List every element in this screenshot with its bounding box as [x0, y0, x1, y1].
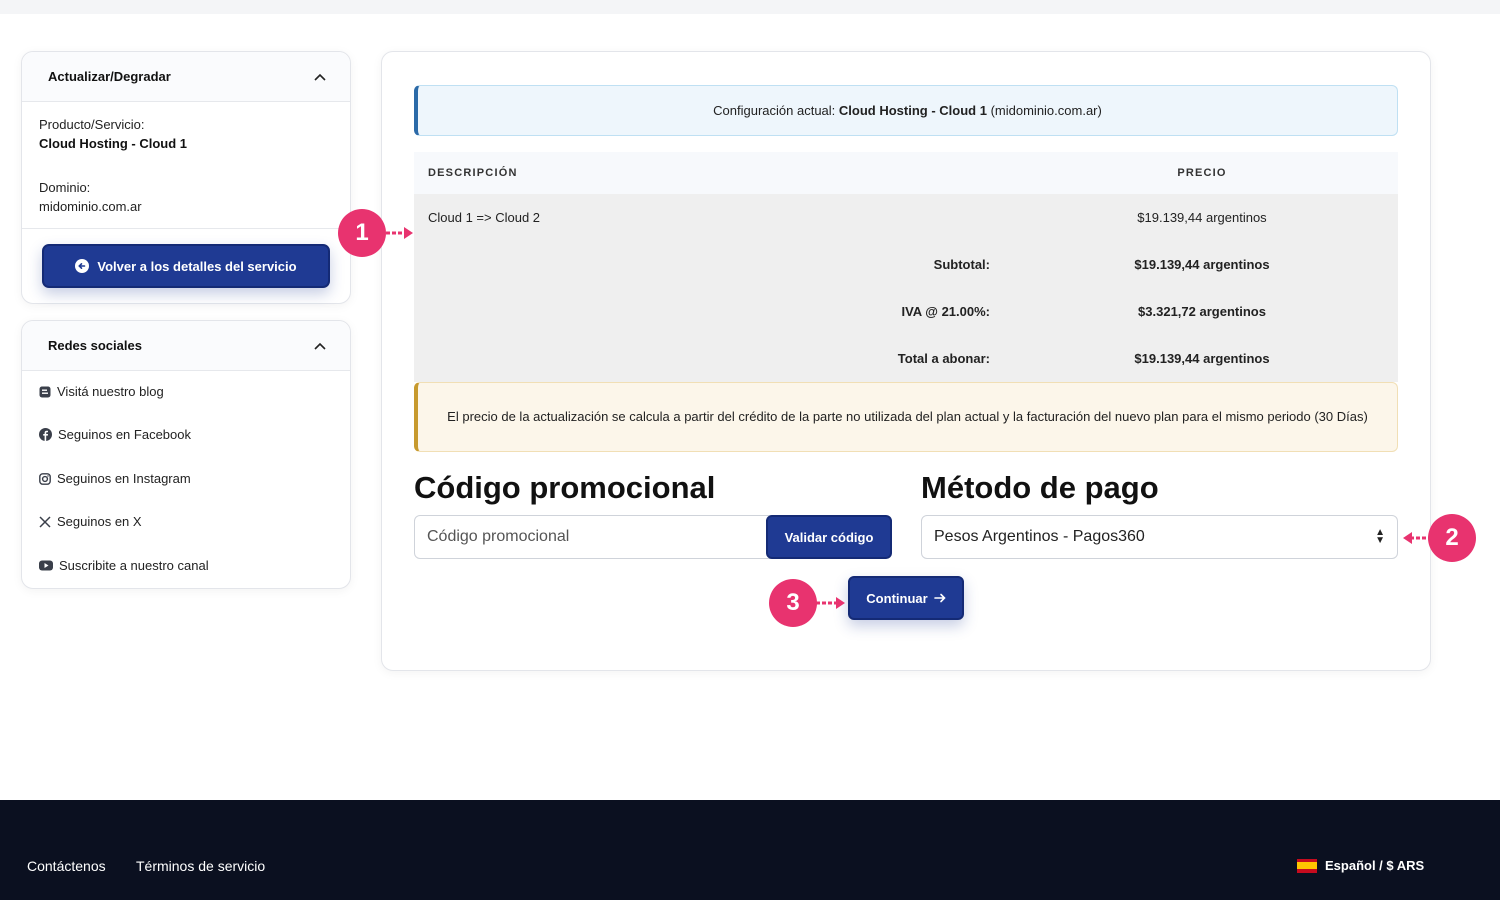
upgrade-card-header[interactable]: Actualizar/Degradar [22, 52, 350, 102]
total-value: $19.139,44 argentinos [1134, 351, 1270, 366]
social-link-blog[interactable]: Visitá nuestro blog [39, 384, 164, 399]
tax-label: IVA @ 21.00%: [901, 304, 990, 319]
social-label: Visitá nuestro blog [57, 384, 164, 399]
select-arrows-icon: ▲ ▼ [1375, 527, 1385, 546]
header-description: DESCRIPCIÓN [428, 167, 518, 179]
top-band [0, 0, 1500, 14]
blog-icon [39, 386, 51, 397]
subtotal-label: Subtotal: [933, 257, 990, 272]
callout-arrow-icon [816, 597, 845, 609]
facebook-icon [39, 428, 52, 441]
continue-button[interactable]: Continuar [848, 576, 964, 620]
arrow-left-circle-icon [75, 259, 90, 273]
callout-arrow-icon [386, 227, 413, 239]
header-price: PRECIO [1177, 167, 1227, 179]
callout-3: 3 [769, 579, 817, 627]
config-prefix: Configuración actual: [713, 103, 836, 118]
social-link-instagram[interactable]: Seguinos en Instagram [39, 471, 191, 486]
back-button-label: Volver a los detalles del servicio [97, 258, 297, 274]
validate-code-button[interactable]: Validar código [766, 515, 892, 559]
config-domain: (midominio.com.ar) [990, 103, 1102, 118]
upgrade-card: Actualizar/Degradar Producto/Servicio: C… [21, 51, 351, 304]
x-icon [39, 515, 51, 528]
footer-link-contact[interactable]: Contáctenos [27, 858, 106, 874]
current-config-alert: Configuración actual: Cloud Hosting - Cl… [414, 85, 1398, 136]
promo-code-input[interactable] [415, 516, 765, 558]
footer-link-terms[interactable]: Términos de servicio [136, 858, 265, 874]
subtotal-row: Subtotal: $19.139,44 argentinos [414, 241, 1398, 288]
arrow-right-icon [933, 593, 946, 603]
footer: Contáctenos Términos de servicio Español… [0, 800, 1500, 900]
product-label: Producto/Servicio: [39, 117, 145, 132]
back-to-service-button[interactable]: Volver a los detalles del servicio [42, 244, 330, 288]
callout-1: 1 [338, 209, 386, 257]
divider [22, 228, 350, 229]
social-link-facebook[interactable]: Seguinos en Facebook [39, 427, 191, 442]
domain-label: Dominio: [39, 180, 91, 195]
social-label: Seguinos en Instagram [57, 471, 191, 486]
spain-flag-icon [1297, 858, 1317, 873]
chevron-up-icon[interactable] [312, 69, 328, 85]
table-row: Cloud 1 => Cloud 2 $19.139,44 argentinos [414, 194, 1398, 241]
product-block: Producto/Servicio: Cloud Hosting - Cloud… [39, 117, 187, 151]
product-value: Cloud Hosting - Cloud 1 [39, 136, 188, 151]
domain-value: midominio.com.ar [39, 199, 142, 214]
upgrade-card-title: Actualizar/Degradar [48, 69, 171, 84]
language-currency-selector[interactable]: Español / $ ARS [1297, 858, 1424, 873]
youtube-icon [39, 560, 53, 571]
chevron-up-icon[interactable] [312, 338, 328, 354]
tax-value: $3.321,72 argentinos [1138, 304, 1266, 319]
upgrade-summary-card: Configuración actual: Cloud Hosting - Cl… [381, 51, 1431, 671]
continue-label: Continuar [866, 590, 928, 606]
social-card-header[interactable]: Redes sociales [22, 321, 350, 371]
promo-group: Validar código [414, 515, 892, 559]
social-card-title: Redes sociales [48, 338, 142, 353]
table-header: DESCRIPCIÓN PRECIO [414, 152, 1398, 194]
social-label: Seguinos en X [57, 514, 142, 529]
subtotal-value: $19.139,44 argentinos [1134, 257, 1270, 272]
payment-method-select[interactable]: Pesos Argentinos - Pagos360 ▲ ▼ [921, 515, 1398, 559]
item-price: $19.139,44 argentinos [1137, 210, 1267, 225]
promo-title: Código promocional [414, 470, 716, 505]
callout-2: 2 [1428, 514, 1476, 562]
total-label: Total a abonar: [897, 351, 990, 366]
social-label: Suscribite a nuestro canal [59, 558, 209, 573]
tax-row: IVA @ 21.00%: $3.321,72 argentinos [414, 288, 1398, 335]
config-product: Cloud Hosting - Cloud 1 [838, 103, 987, 118]
instagram-icon [39, 472, 51, 485]
callout-arrow-icon [1403, 532, 1430, 544]
domain-block: Dominio: midominio.com.ar [39, 180, 142, 214]
item-description: Cloud 1 => Cloud 2 [428, 210, 541, 225]
language-label: Español / $ ARS [1325, 858, 1425, 873]
social-label: Seguinos en Facebook [58, 427, 191, 442]
pricing-table: DESCRIPCIÓN PRECIO Cloud 1 => Cloud 2 $1… [414, 152, 1398, 382]
payment-title: Método de pago [921, 470, 1159, 505]
social-link-youtube[interactable]: Suscribite a nuestro canal [39, 558, 209, 573]
total-row: Total a abonar: $19.139,44 argentinos [414, 335, 1398, 382]
proration-notice: El precio de la actualización se calcula… [414, 382, 1398, 452]
payment-selected: Pesos Argentinos - Pagos360 [934, 528, 1145, 545]
social-link-x[interactable]: Seguinos en X [39, 514, 142, 529]
social-card: Redes sociales Visitá nuestro blog Segui… [21, 320, 351, 589]
